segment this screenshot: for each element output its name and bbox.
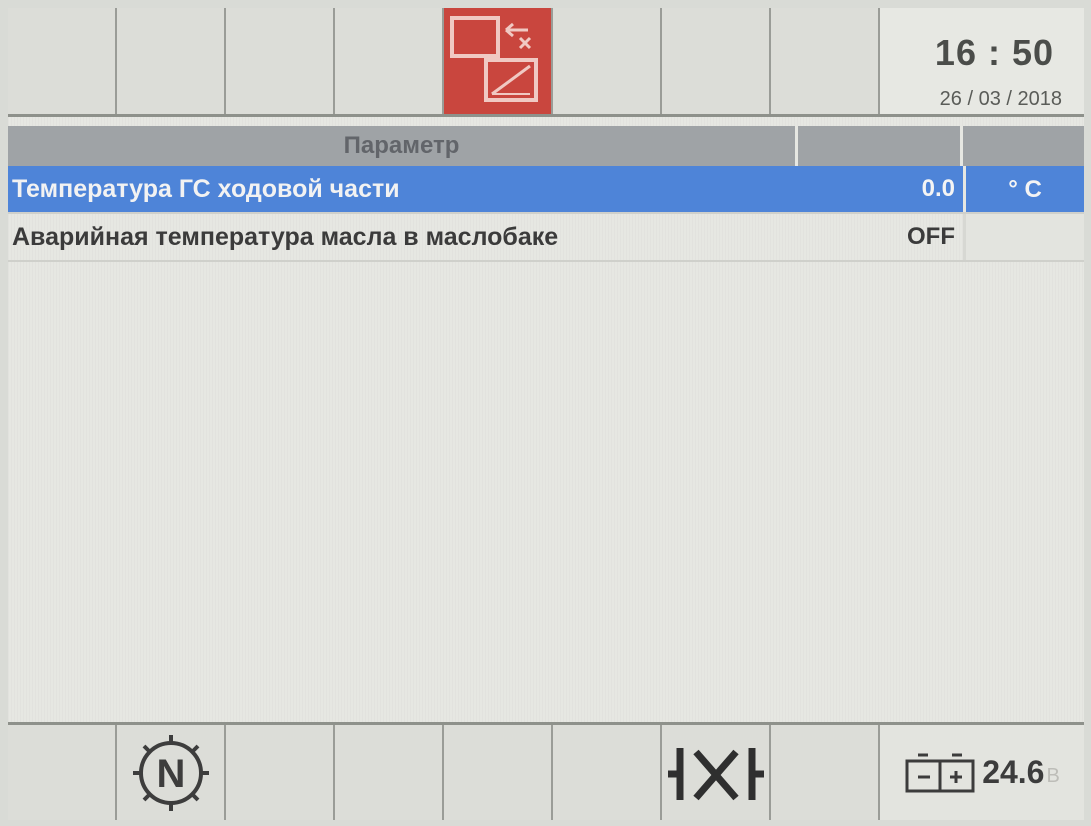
parameter-table: Параметр Температура ГС ходовой части 0.… xyxy=(8,126,1084,262)
screen-switch-icon xyxy=(450,16,538,102)
display-screen: 16 : 50 26 / 03 / 2018 Параметр Температ… xyxy=(8,8,1084,820)
bottom-softkey-4[interactable] xyxy=(335,725,444,820)
table-row[interactable]: Аварийная температура масла в маслобаке … xyxy=(8,214,1084,262)
axle-lock-icon xyxy=(667,747,764,800)
bottom-softkey-5[interactable] xyxy=(444,725,553,820)
bottom-softkey-1[interactable] xyxy=(8,725,117,820)
table-row-selected[interactable]: Температура ГС ходовой части 0.0 ° C xyxy=(8,166,1084,214)
top-softkey-7[interactable] xyxy=(662,8,771,114)
battery-unit: B xyxy=(1046,765,1060,787)
clock-time: 16 : 50 xyxy=(934,32,1054,73)
bottom-softkey-bar: N 24.6 B xyxy=(8,722,1084,820)
top-softkey-4[interactable] xyxy=(335,8,444,114)
top-softkey-1[interactable] xyxy=(8,8,117,114)
row-unit xyxy=(963,214,1084,260)
row-unit: ° C xyxy=(963,166,1084,212)
top-softkey-bar: 16 : 50 26 / 03 / 2018 xyxy=(8,8,1084,117)
bottom-softkey-2-neutral[interactable]: N xyxy=(117,725,226,820)
header-unit xyxy=(963,126,1084,166)
clock-date: 26 / 03 / 2018 xyxy=(939,88,1062,110)
clock-panel: 16 : 50 26 / 03 / 2018 xyxy=(880,8,1084,114)
top-softkey-6[interactable] xyxy=(553,8,662,114)
top-softkey-2[interactable] xyxy=(117,8,226,114)
row-parameter-name: Аварийная температура масла в маслобаке xyxy=(12,222,559,251)
top-softkey-3[interactable] xyxy=(226,8,335,114)
header-parameter: Параметр xyxy=(8,126,798,166)
battery-icon xyxy=(905,753,975,792)
table-header: Параметр xyxy=(8,126,1084,166)
row-value: OFF xyxy=(907,223,955,250)
row-parameter-name: Температура ГС ходовой части xyxy=(12,174,400,203)
bottom-softkey-7-axle[interactable] xyxy=(662,725,771,820)
top-softkey-5-active[interactable] xyxy=(444,8,553,114)
top-softkey-8[interactable] xyxy=(771,8,880,114)
bottom-softkey-3[interactable] xyxy=(226,725,335,820)
battery-voltage: 24.6 xyxy=(982,754,1045,790)
neutral-gear-icon: N xyxy=(132,734,209,811)
row-value: 0.0 xyxy=(921,175,955,202)
header-value xyxy=(798,126,963,166)
bottom-softkey-8[interactable] xyxy=(771,725,880,820)
bottom-softkey-6[interactable] xyxy=(553,725,662,820)
battery-panel: 24.6 B xyxy=(880,725,1084,820)
neutral-letter: N xyxy=(156,752,185,796)
